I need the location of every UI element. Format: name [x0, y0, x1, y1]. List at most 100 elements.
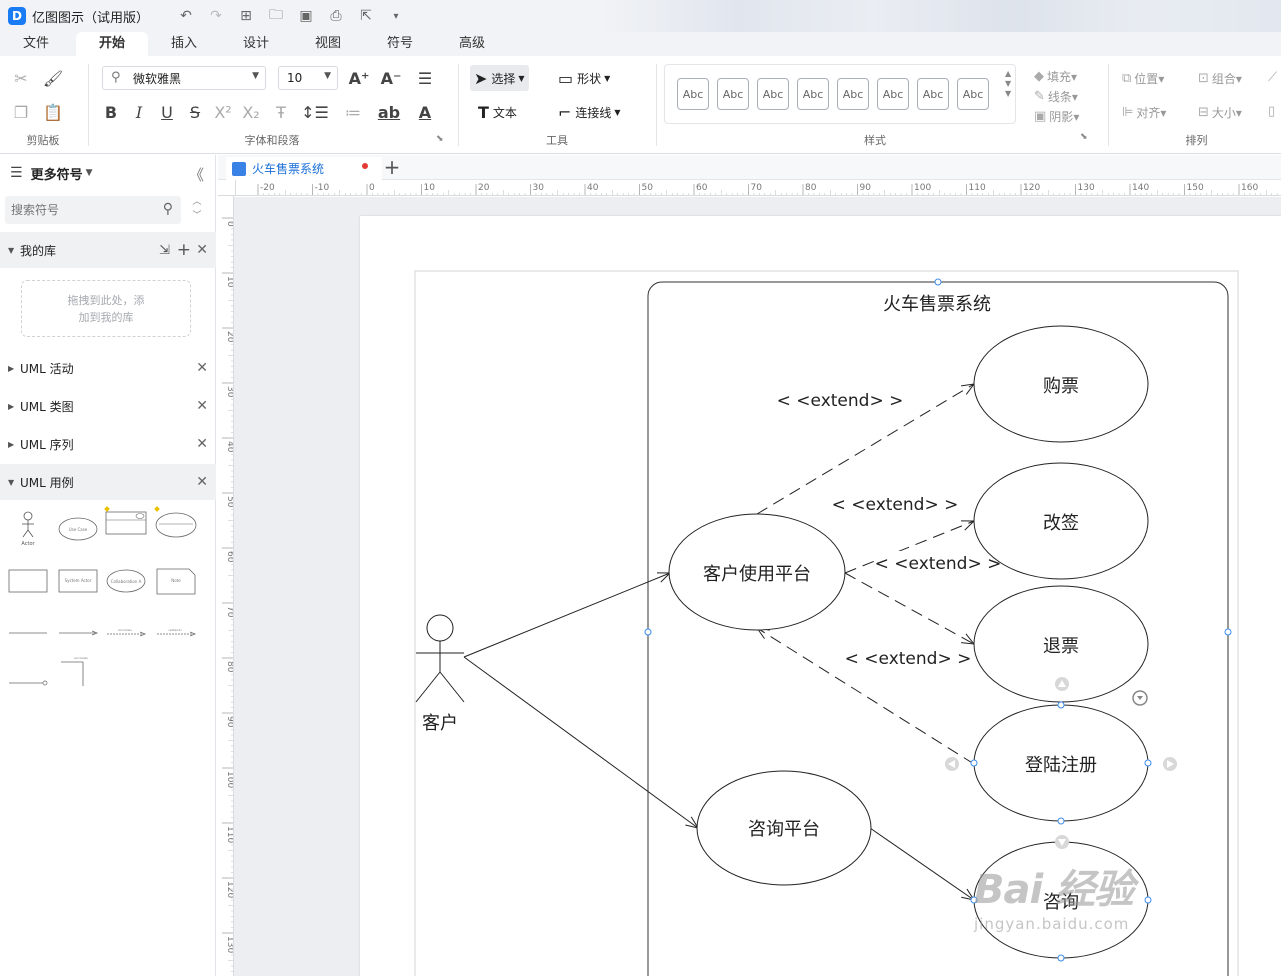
save-icon[interactable]: ▣	[291, 5, 321, 27]
bold-icon[interactable]: B	[98, 100, 124, 124]
library-uml-use-case[interactable]: ▼ UML 用例 ✕	[0, 464, 216, 500]
shape-collaboration[interactable]: Collaboration A	[104, 563, 148, 599]
selection-handle[interactable]	[934, 278, 942, 286]
italic-icon[interactable]: I	[126, 100, 152, 124]
my-library-drop-area[interactable]: 拖拽到此处，添 加到我的库	[21, 280, 191, 337]
extend-label[interactable]: < <extend> >	[845, 649, 972, 669]
style-swatch[interactable]: Abc	[877, 78, 909, 110]
shape-use-case[interactable]: Use Case	[56, 511, 100, 547]
open-icon[interactable]: 🗀	[261, 5, 291, 27]
group-button[interactable]: ⊡ 组合 ▾	[1198, 70, 1242, 87]
export-icon[interactable]: ⇱	[351, 5, 381, 27]
style-swatch[interactable]: Abc	[917, 78, 949, 110]
tab-advanced[interactable]: 高级	[436, 32, 508, 56]
tab-design[interactable]: 设计	[220, 32, 292, 56]
shape-actor[interactable]: Actor	[6, 511, 50, 547]
connection-point[interactable]	[1057, 817, 1065, 825]
connection-point[interactable]	[1144, 759, 1152, 767]
select-tool-button[interactable]: ➤ 选择 ▼	[470, 65, 529, 91]
tab-file[interactable]: 文件	[0, 32, 72, 56]
library-uml-sequence[interactable]: ▶ UML 序列 ✕	[0, 426, 216, 462]
use-case-label[interactable]: 咨询平台	[748, 819, 820, 840]
connector-tool-button[interactable]: ⌐ 连接线 ▼	[554, 99, 625, 125]
more-icon[interactable]: ▾	[381, 5, 411, 27]
quick-connect-left-icon[interactable]	[945, 757, 959, 771]
library-uml-activity[interactable]: ▶ UML 活动 ✕	[0, 350, 216, 386]
quick-connect-up-icon[interactable]	[1055, 677, 1069, 691]
font-size-select[interactable]: 10 ▼	[278, 66, 338, 90]
font-family-select[interactable]: ⚲ 微软雅黑 ▼	[102, 66, 266, 90]
shape-system-actor[interactable]: System Actor	[56, 563, 100, 599]
shape-dependency[interactable]	[6, 665, 50, 701]
style-swatch[interactable]: Abc	[837, 78, 869, 110]
connection-point[interactable]	[1057, 701, 1065, 709]
quick-connect-right-icon[interactable]	[1163, 757, 1177, 771]
underline-icon[interactable]: U	[154, 100, 180, 124]
close-icon[interactable]: ✕	[196, 398, 208, 414]
shape-extend[interactable]: «extend»	[154, 615, 198, 651]
strikethrough-icon[interactable]: S	[182, 100, 208, 124]
shape-include[interactable]: «include»	[104, 615, 148, 651]
increase-font-icon[interactable]: A⁺	[346, 66, 372, 90]
shape-use-case-extension[interactable]	[104, 505, 148, 541]
actor-label[interactable]: 客户	[422, 713, 458, 734]
use-case-label[interactable]: 登陆注册	[1025, 755, 1097, 776]
copy-icon[interactable]: ❐	[8, 100, 34, 124]
style-swatch[interactable]: Abc	[957, 78, 989, 110]
connection-point[interactable]	[1057, 954, 1065, 962]
extend-label[interactable]: < <extend> >	[832, 495, 959, 515]
drawing-canvas[interactable]: 火车售票系统 客户 < <extend> > < <extend> > < <e…	[234, 197, 1281, 976]
bullet-list-icon[interactable]: ≔	[340, 100, 366, 124]
selection-handle[interactable]	[644, 628, 652, 636]
format-painter-icon[interactable]: 🖌	[40, 66, 66, 90]
rotate-icon[interactable]: ⟋	[1268, 70, 1277, 85]
more-symbols-button[interactable]: 更多符号	[31, 164, 83, 183]
quick-connect-down-icon[interactable]	[1055, 835, 1069, 849]
new-icon[interactable]: ⊞	[231, 5, 261, 27]
chevron-down-icon[interactable]: ▼	[86, 168, 93, 178]
superscript-icon[interactable]: X²	[210, 100, 236, 124]
association-line[interactable]	[869, 827, 974, 900]
align-button[interactable]: ⊫ 对齐 ▾	[1122, 104, 1166, 121]
extend-relation-refund[interactable]	[844, 572, 974, 644]
association-line[interactable]	[463, 656, 698, 828]
style-swatch[interactable]: Abc	[757, 78, 789, 110]
tab-home[interactable]: 开始	[76, 32, 148, 56]
symbol-search-input[interactable]	[11, 203, 151, 217]
close-icon[interactable]: ✕	[196, 360, 208, 376]
fill-button[interactable]: ◆ 填充 ▾	[1034, 68, 1077, 85]
style-swatch[interactable]: Abc	[717, 78, 749, 110]
shape-association[interactable]	[6, 615, 50, 651]
selection-handle[interactable]	[1224, 628, 1232, 636]
redo-icon[interactable]: ↷	[201, 5, 231, 27]
my-library-section[interactable]: ▼ 我的库 ⇲ + ✕	[0, 232, 216, 268]
association-line[interactable]	[463, 573, 670, 658]
more-options-icon[interactable]	[1132, 690, 1148, 706]
document-tab[interactable]: 火车售票系统	[226, 157, 382, 180]
close-icon[interactable]: ✕	[196, 436, 208, 452]
search-nav-arrows[interactable]: ︿ ﹀	[188, 195, 206, 225]
search-icon[interactable]: ⚲	[163, 201, 173, 217]
actor-customer[interactable]	[415, 614, 465, 703]
align-icon[interactable]: ☰	[412, 66, 438, 90]
decrease-font-icon[interactable]: A⁻	[378, 66, 404, 90]
shape-generalization[interactable]: «include»	[56, 655, 100, 691]
tab-symbols[interactable]: 符号	[364, 32, 436, 56]
connection-point[interactable]	[970, 759, 978, 767]
line-button[interactable]: ✎ 线条 ▾	[1034, 88, 1078, 105]
library-uml-class[interactable]: ▶ UML 类图 ✕	[0, 388, 216, 424]
close-icon[interactable]: ✕	[196, 474, 208, 490]
tab-insert[interactable]: 插入	[148, 32, 220, 56]
system-title[interactable]: 火车售票系统	[883, 294, 991, 315]
shadow-button[interactable]: ▣ 阴影 ▾	[1034, 108, 1079, 125]
text-tool-button[interactable]: T 文本	[474, 99, 521, 125]
extend-label[interactable]: < <extend> >	[777, 391, 904, 411]
print-icon[interactable]: ⎙	[321, 5, 351, 27]
shape-tool-button[interactable]: ▭ 形状 ▼	[554, 65, 614, 91]
shape-use-case-collaboration[interactable]	[154, 505, 198, 541]
symbol-search[interactable]: ⚲	[5, 196, 181, 224]
distribute-icon[interactable]: ▯	[1268, 104, 1275, 119]
font-color-icon[interactable]: A	[412, 100, 438, 124]
shape-system[interactable]	[6, 563, 50, 599]
add-icon[interactable]: +	[177, 240, 191, 260]
